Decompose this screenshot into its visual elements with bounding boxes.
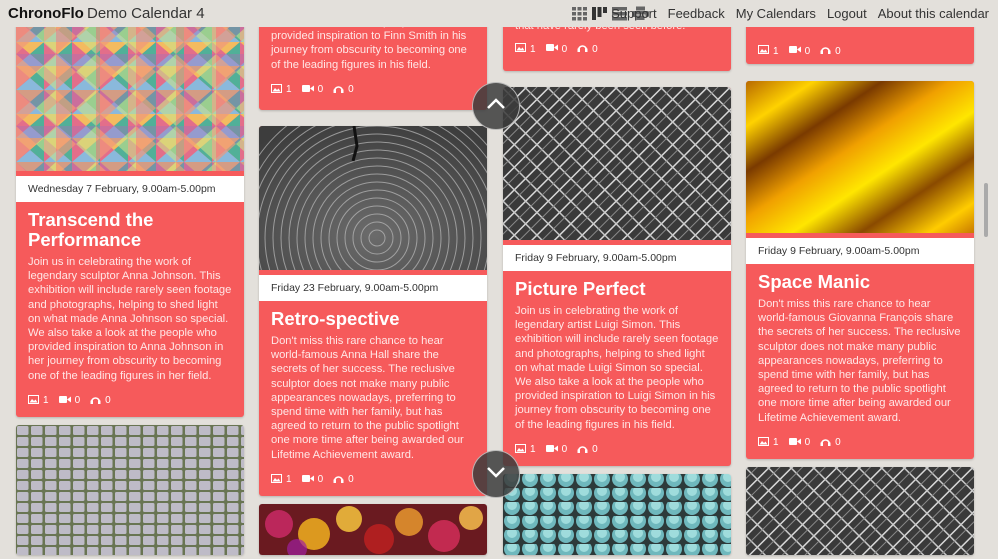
image-icon [28,394,39,407]
audio-icon [820,437,831,449]
video-count: 0 [317,84,324,96]
audio-icon [577,43,588,55]
image-count: 1 [773,437,779,449]
image-count: 1 [43,395,49,407]
image-icon [758,436,769,449]
audio-count: 0 [592,444,598,456]
event-card[interactable]: Friday 9 February, 9.00am-5.00pm Picture… [503,87,731,466]
video-icon [58,395,71,407]
video-count: 0 [561,444,568,456]
video-icon [788,45,801,57]
event-title[interactable]: Transcend the Performance [28,210,232,250]
event-image [503,87,731,240]
scroll-down-button[interactable] [472,450,520,498]
event-image [746,81,974,233]
image-count: 1 [530,43,536,55]
image-icon [515,443,526,456]
masonry-view-icon[interactable] [592,6,607,21]
audio-icon [820,45,831,57]
scroll-up-button[interactable] [472,82,520,130]
audio-icon [333,474,344,486]
event-card[interactable]: Wednesday 7 February, 9.00am-5.00pm Tran… [16,18,244,417]
top-nav: Support Feedback My Calendars Logout Abo… [611,6,989,21]
video-icon [545,444,558,456]
event-date: Friday 9 February, 9.00am-5.00pm [746,238,974,264]
event-title[interactable]: Retro-spective [271,309,475,329]
image-icon [271,473,282,486]
event-card[interactable] [259,504,487,555]
event-date: Wednesday 7 February, 9.00am-5.00pm [16,176,244,202]
image-count: 1 [773,45,779,57]
chevron-up-icon [486,97,506,115]
nav-about[interactable]: About this calendar [878,6,989,21]
calendar-name: Demo Calendar 4 [87,5,205,22]
audio-count: 0 [835,437,841,449]
event-media-counts: 1 0 0 [746,425,974,459]
audio-icon [577,444,588,456]
audio-count: 0 [105,395,111,407]
event-image [16,425,244,555]
event-image [259,126,487,383]
chevron-down-icon [486,465,506,483]
audio-count: 0 [348,474,354,486]
image-icon [271,83,282,96]
grid-view-icon[interactable] [572,6,587,21]
event-title[interactable]: Space Manic [758,272,962,292]
event-image [16,18,244,171]
video-count: 0 [561,43,568,55]
audio-icon [90,395,101,407]
video-icon [301,474,314,486]
nav-my-calendars[interactable]: My Calendars [736,6,816,21]
nav-feedback[interactable]: Feedback [668,6,725,21]
video-icon [545,43,558,55]
event-card[interactable]: Friday 9 February, 9.00am-5.00pm Space M… [746,81,974,459]
video-icon [788,437,801,449]
audio-count: 0 [348,84,354,96]
brand-logo[interactable]: ChronoFlo [8,5,84,22]
top-bar: ChronoFlo Demo Calendar 4 Support Feedba… [0,0,998,27]
event-card[interactable] [503,474,731,555]
audio-icon [333,84,344,96]
event-image [503,474,731,555]
audio-count: 0 [835,45,841,57]
event-card[interactable] [16,425,244,555]
event-card[interactable] [746,467,974,555]
video-icon [301,84,314,96]
video-count: 0 [317,474,324,486]
video-count: 0 [74,395,81,407]
event-media-counts: 1 0 0 [259,462,487,496]
image-count: 1 [530,444,536,456]
page-scrollbar[interactable] [984,183,988,237]
nav-support[interactable]: Support [611,6,657,21]
event-media-counts: 1 0 0 [16,383,244,417]
image-icon [515,43,526,55]
nav-logout[interactable]: Logout [827,6,867,21]
event-title[interactable]: Picture Perfect [515,279,719,299]
event-description: Don't miss this rare chance to hear worl… [758,298,961,424]
event-description: Join us in celebrating the work of legen… [28,256,232,382]
video-count: 0 [804,437,811,449]
audio-count: 0 [592,43,598,55]
video-count: 0 [804,45,811,57]
event-image [746,467,974,555]
event-media-counts: 1 0 0 [503,33,731,65]
event-description: Don't miss this rare chance to hear worl… [271,335,464,461]
event-media-counts: 1 0 0 [503,432,731,466]
event-date: Friday 9 February, 9.00am-5.00pm [503,245,731,271]
image-count: 1 [286,474,292,486]
event-description: Join us in celebrating the work of legen… [515,305,719,431]
event-image [259,504,487,555]
image-count: 1 [286,84,292,96]
event-media-counts: 1 0 0 [259,72,487,106]
image-icon [758,45,769,57]
event-card[interactable]: Friday 23 February, 9.00am-5.00pm Retro-… [259,126,487,496]
event-date: Friday 23 February, 9.00am-5.00pm [259,275,487,301]
